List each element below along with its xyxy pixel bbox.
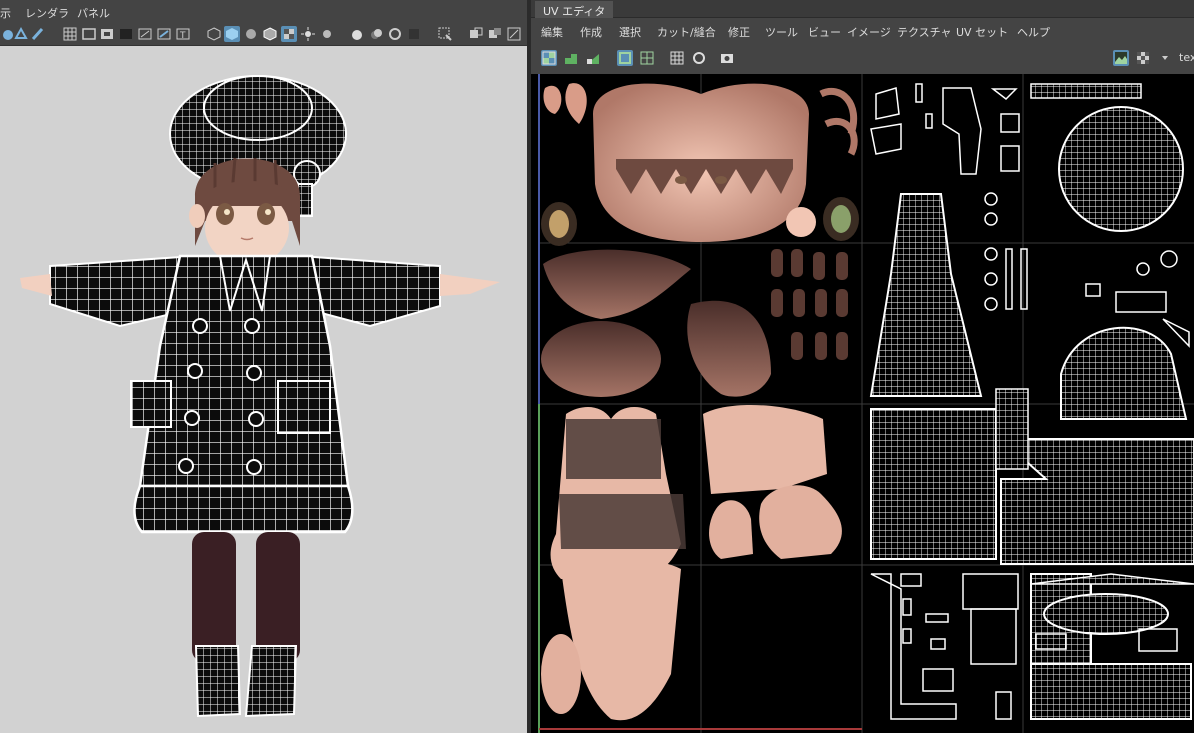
xray-components-icon[interactable] — [506, 26, 522, 42]
resolution-gate-icon[interactable] — [99, 26, 115, 42]
wireframe-on-shaded-icon[interactable] — [262, 26, 278, 42]
menu-modify[interactable]: 修正 — [728, 24, 750, 40]
app-window: 示 レンダラ パネル T UV エディタ 編集 作成 選択 カット/縫合 修正 … — [0, 0, 1194, 733]
uv-unfold-icon[interactable] — [563, 50, 579, 66]
menu-cut-sew[interactable]: カット/縫合 — [657, 24, 716, 40]
uv-layout-icon[interactable] — [585, 50, 601, 66]
menu-help[interactable]: ヘルプ — [1017, 24, 1050, 40]
uv-editor-titlebar: UV エディタ — [531, 0, 1194, 18]
ear-texture[interactable] — [543, 83, 587, 124]
field-chart-icon[interactable] — [137, 26, 153, 42]
lights-icon[interactable] — [300, 26, 316, 42]
menu-uv-sets[interactable]: UV セット — [956, 24, 1008, 40]
character-boots[interactable] — [194, 645, 298, 718]
snapshot-icon[interactable] — [719, 50, 735, 66]
film-gate-icon[interactable] — [81, 26, 97, 42]
bookmark-icon[interactable] — [13, 26, 29, 42]
isolate-select-icon[interactable] — [617, 50, 633, 66]
uv-shells-boots[interactable] — [1030, 573, 1194, 720]
safe-title-icon[interactable]: T — [175, 26, 191, 42]
hand-texture[interactable] — [703, 404, 842, 559]
uv-shells-dress[interactable] — [869, 193, 997, 560]
shadows-icon[interactable] — [319, 26, 335, 42]
wireframe-icon[interactable] — [206, 26, 222, 42]
distortion-icon[interactable] — [691, 50, 707, 66]
chevron-down-icon[interactable] — [1157, 50, 1173, 66]
body-texture[interactable] — [541, 407, 686, 721]
uv-editor-menubar: 編集 作成 選択 カット/縫合 修正 ツール ビュー イメージ テクスチャ UV… — [531, 18, 1194, 42]
viewport-panel: 示 レンダラ パネル T — [0, 0, 527, 733]
motion-blur-icon[interactable] — [368, 26, 384, 42]
textured-icon[interactable] — [281, 26, 297, 42]
svg-text:T: T — [179, 31, 186, 41]
menu-image[interactable]: イメージ — [847, 24, 891, 40]
gate-mask-icon[interactable] — [118, 26, 134, 42]
menu-select[interactable]: 選択 — [619, 24, 641, 40]
texture-selector[interactable]: tex — [1179, 51, 1194, 64]
xray-icon[interactable] — [468, 26, 484, 42]
depth-of-field-icon[interactable] — [406, 26, 422, 42]
character-legs[interactable] — [192, 532, 300, 662]
xray-joints-icon[interactable] — [487, 26, 503, 42]
menu-textures[interactable]: テクスチャ — [897, 24, 952, 40]
isolate-select-icon[interactable] — [437, 26, 453, 42]
menu-view[interactable]: ビュー — [808, 24, 841, 40]
viewport-canvas[interactable] — [0, 46, 527, 733]
uv-texture-canvas[interactable] — [531, 74, 1194, 733]
hair-texture[interactable] — [541, 249, 848, 397]
viewport-menubar: 示 レンダラ パネル — [0, 0, 527, 22]
display-image-icon[interactable] — [1113, 50, 1129, 66]
pencil-icon[interactable] — [30, 26, 46, 42]
menu-panels[interactable]: パネル — [77, 5, 110, 21]
anti-aliasing-icon[interactable] — [387, 26, 403, 42]
viewport-toolbar: T — [0, 22, 527, 46]
uv-shells-hat[interactable] — [1030, 83, 1188, 420]
menu-display[interactable]: 示 — [0, 5, 11, 21]
uv-editor-tab[interactable]: UV エディタ — [535, 1, 614, 18]
smooth-shade-icon[interactable] — [224, 26, 240, 42]
menu-renderer[interactable]: レンダラ — [25, 5, 69, 21]
menu-edit[interactable]: 編集 — [541, 24, 563, 40]
uv-shell-icon[interactable] — [541, 50, 557, 66]
texture-borders-icon[interactable] — [669, 50, 685, 66]
face-texture[interactable] — [593, 83, 809, 242]
uv-editor-toolbar — [531, 44, 1194, 72]
menu-tools[interactable]: ツール — [765, 24, 798, 40]
grid-icon[interactable] — [62, 26, 78, 42]
menu-create[interactable]: 作成 — [580, 24, 602, 40]
checker-icon[interactable] — [1135, 50, 1151, 66]
grid-icon[interactable] — [639, 50, 655, 66]
safe-action-icon[interactable] — [156, 26, 172, 42]
uv-editor-panel: UV エディタ 編集 作成 選択 カット/縫合 修正 ツール ビュー イメージ … — [531, 0, 1194, 733]
ambient-occlusion-icon[interactable] — [349, 26, 365, 42]
default-material-icon[interactable] — [243, 26, 259, 42]
